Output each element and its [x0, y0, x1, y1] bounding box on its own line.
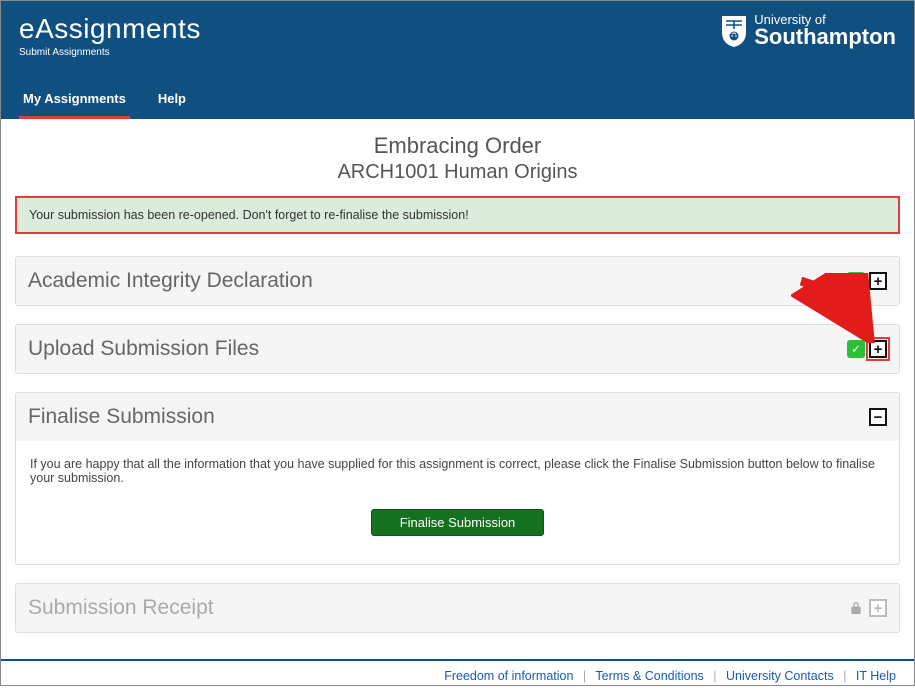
- finalise-instruction: If you are happy that all the informatio…: [30, 457, 885, 485]
- page-heading: Embracing Order ARCH1001 Human Origins: [15, 133, 900, 184]
- assignment-title: Embracing Order: [15, 133, 900, 159]
- university-logo: University of Southampton: [720, 13, 896, 48]
- panel-integrity-header[interactable]: Academic Integrity Declaration ✓ +: [16, 257, 899, 305]
- main-content: Embracing Order ARCH1001 Human Origins Y…: [1, 119, 914, 659]
- lock-icon: [847, 599, 865, 617]
- panel-receipt: Submission Receipt +: [15, 583, 900, 633]
- panel-receipt-title: Submission Receipt: [28, 596, 214, 620]
- check-icon: ✓: [847, 272, 865, 290]
- logo-text: University of Southampton: [754, 13, 896, 48]
- panel-receipt-header[interactable]: Submission Receipt +: [16, 584, 899, 632]
- panel-integrity-icons: ✓ +: [847, 272, 887, 290]
- expand-icon[interactable]: +: [869, 272, 887, 290]
- panel-integrity: Academic Integrity Declaration ✓ +: [15, 256, 900, 306]
- panel-upload-header[interactable]: Upload Submission Files ✓ +: [16, 325, 899, 373]
- panel-receipt-icons: +: [847, 599, 887, 617]
- expand-icon[interactable]: +: [869, 340, 887, 358]
- reopen-alert: Your submission has been re-opened. Don'…: [15, 196, 900, 234]
- footer-ithelp-link[interactable]: IT Help: [856, 669, 896, 683]
- panel-finalise-title: Finalise Submission: [28, 405, 215, 429]
- nav-my-assignments[interactable]: My Assignments: [19, 81, 130, 119]
- panel-integrity-title: Academic Integrity Declaration: [28, 269, 313, 293]
- footer: Freedom of information | Terms & Conditi…: [1, 661, 914, 691]
- nav-help[interactable]: Help: [154, 81, 190, 119]
- panel-upload: Upload Submission Files ✓ +: [15, 324, 900, 374]
- finalise-button[interactable]: Finalise Submission: [371, 509, 545, 536]
- panel-finalise-body: If you are happy that all the informatio…: [16, 441, 899, 564]
- footer-terms-link[interactable]: Terms & Conditions: [595, 669, 703, 683]
- shield-icon: [720, 14, 748, 48]
- panel-finalise-icons: −: [869, 408, 887, 426]
- app-header: eAssignments Submit Assignments Universi…: [1, 1, 914, 119]
- check-icon: ✓: [847, 340, 865, 358]
- panel-upload-title: Upload Submission Files: [28, 337, 259, 361]
- course-title: ARCH1001 Human Origins: [15, 161, 900, 184]
- footer-contacts-link[interactable]: University Contacts: [726, 669, 834, 683]
- footer-foi-link[interactable]: Freedom of information: [444, 669, 573, 683]
- main-nav: My Assignments Help: [19, 81, 190, 119]
- collapse-icon[interactable]: −: [869, 408, 887, 426]
- panel-upload-icons: ✓ +: [847, 340, 887, 358]
- expand-icon[interactable]: +: [869, 599, 887, 617]
- panel-finalise: Finalise Submission − If you are happy t…: [15, 392, 900, 565]
- panel-finalise-header[interactable]: Finalise Submission −: [16, 393, 899, 441]
